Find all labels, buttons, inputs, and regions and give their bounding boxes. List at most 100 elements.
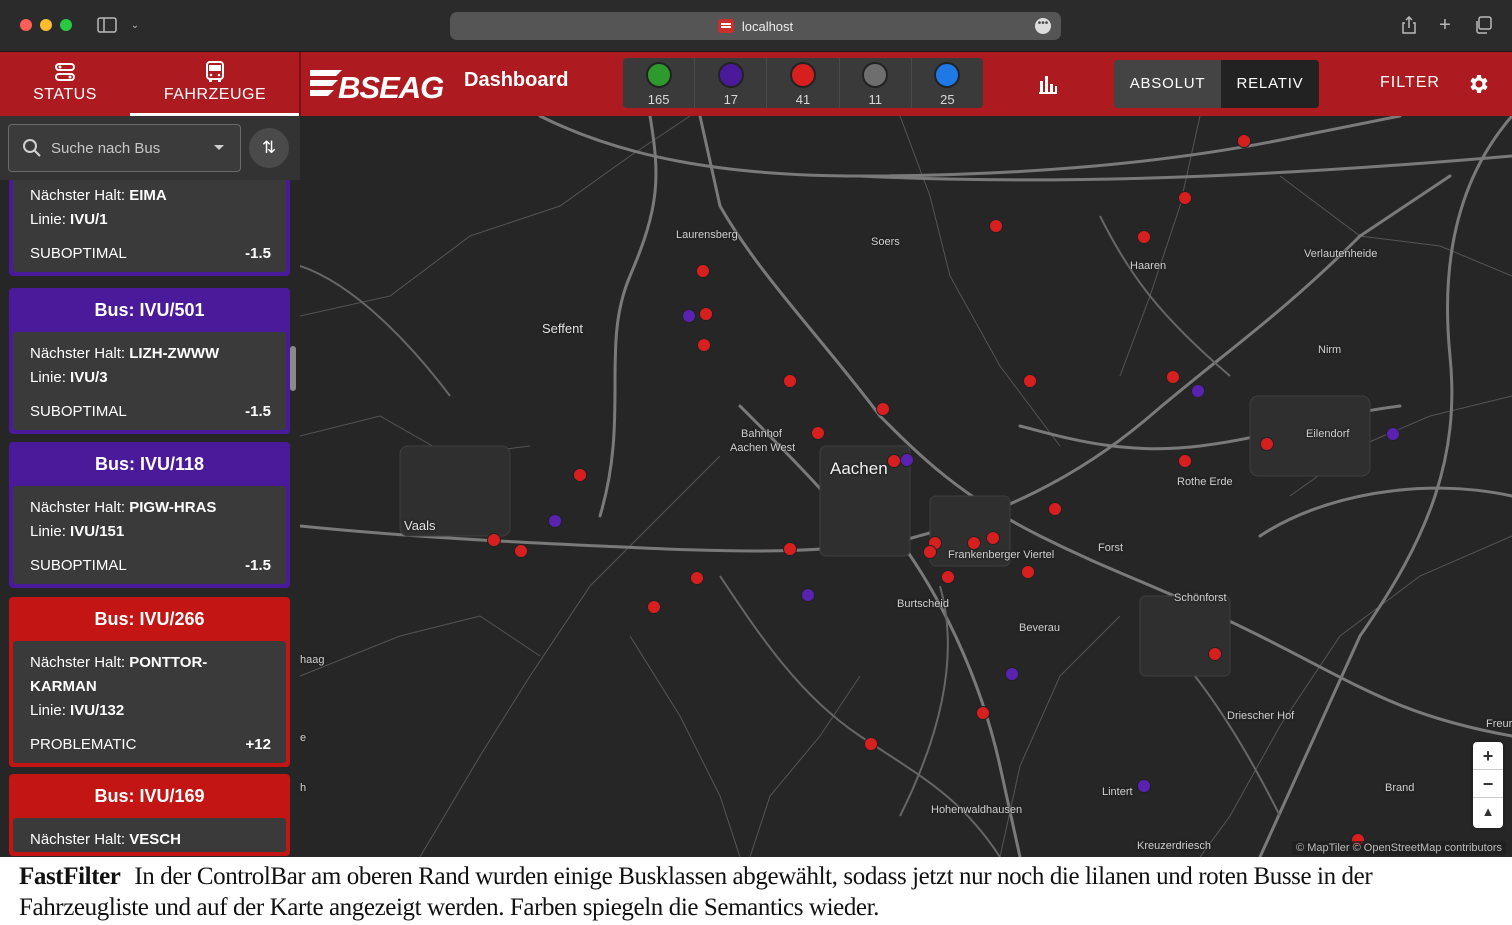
bus-marker-red[interactable] — [1208, 647, 1222, 661]
close-window-button[interactable] — [20, 19, 32, 31]
search-input[interactable] — [51, 125, 201, 171]
bus-marker-red[interactable] — [697, 338, 711, 352]
bus-marker-red[interactable] — [1178, 191, 1192, 205]
bus-marker-purple[interactable] — [682, 309, 696, 323]
red-class-icon — [790, 62, 816, 88]
chevron-down-icon[interactable]: ⌄ — [124, 14, 146, 36]
minimize-window-button[interactable] — [40, 19, 52, 31]
gear-icon[interactable] — [1466, 72, 1490, 96]
bus-marker-purple[interactable] — [900, 453, 914, 467]
score-value: -1.5 — [245, 245, 271, 262]
bus-marker-red[interactable] — [1021, 565, 1035, 579]
vehicle-card[interactable]: Nächster Halt: EIMA Linie: IVU/1 SUBOPTI… — [9, 180, 290, 276]
place-label: Aachen West — [730, 442, 796, 454]
bus-marker-red[interactable] — [690, 571, 704, 585]
place-label: Brand — [1385, 782, 1415, 794]
bus-marker-purple[interactable] — [1386, 427, 1400, 441]
bus-marker-red[interactable] — [1137, 230, 1151, 244]
vehicle-card[interactable]: Bus: IVU/501 Nächster Halt: LIZH-ZWWW Li… — [9, 288, 290, 434]
bus-class-filter-bar: 165 17 41 11 25 — [623, 58, 983, 108]
next-stop-value: VESCH — [129, 831, 181, 848]
bus-marker-red[interactable] — [876, 402, 890, 416]
bus-marker-red[interactable] — [1048, 502, 1062, 516]
bus-marker-red[interactable] — [976, 706, 990, 720]
bus-search[interactable] — [8, 124, 241, 172]
next-stop-line: Nächster Halt: PONTTOR-KARMAN — [30, 654, 208, 695]
bus-marker-red[interactable] — [514, 544, 528, 558]
bus-marker-red[interactable] — [864, 737, 878, 751]
bus-marker-red[interactable] — [1023, 374, 1037, 388]
bus-marker-red[interactable] — [941, 570, 955, 584]
compass-icon[interactable]: ▲ — [1473, 798, 1503, 826]
bus-marker-purple[interactable] — [1191, 384, 1205, 398]
counter-green[interactable]: 165 — [623, 58, 696, 108]
bus-marker-red[interactable] — [811, 426, 825, 440]
address-bar[interactable]: localhost ••• — [450, 12, 1061, 40]
filter-button[interactable]: FILTER — [1380, 74, 1440, 92]
vehicle-card-footer: SUBOPTIMAL -1.5 — [30, 236, 271, 272]
counter-purple[interactable]: 17 — [695, 58, 768, 108]
zoom-out-button[interactable]: − — [1473, 770, 1503, 798]
maximize-window-button[interactable] — [60, 19, 72, 31]
next-stop-value: EIMA — [129, 187, 167, 204]
bus-marker-red[interactable] — [887, 454, 901, 468]
bus-marker-red[interactable] — [1237, 134, 1251, 148]
bus-marker-red[interactable] — [783, 542, 797, 556]
map-attribution[interactable]: © MapTiler © OpenStreetMap contributors — [1292, 841, 1506, 855]
bus-marker-red[interactable] — [967, 536, 981, 550]
list-scrollbar[interactable] — [290, 346, 296, 391]
bus-marker-red[interactable] — [487, 533, 501, 547]
new-tab-icon[interactable]: + — [1434, 14, 1456, 36]
vehicle-card[interactable]: Bus: IVU/118 Nächster Halt: PIGW-HRAS Li… — [9, 442, 290, 588]
bus-marker-purple[interactable] — [1137, 779, 1151, 793]
sidebar-toggle-icon[interactable] — [96, 14, 118, 36]
grey-class-icon — [862, 62, 889, 88]
counter-red[interactable]: 41 — [767, 58, 840, 108]
tab-status[interactable]: STATUS — [0, 52, 130, 116]
sort-button[interactable]: ⇅ — [249, 128, 289, 168]
next-stop-line: Nächster Halt: EIMA — [30, 187, 167, 204]
search-icon — [23, 139, 41, 157]
line-line: Linie: IVU/1 — [30, 211, 108, 228]
bus-marker-red[interactable] — [696, 264, 710, 278]
absolute-button[interactable]: ABSOLUT — [1114, 60, 1221, 108]
bus-marker-purple[interactable] — [548, 514, 562, 528]
tab-vehicles-label: FAHRZEUGE — [163, 86, 267, 103]
vehicle-card-title: Bus: IVU/501 — [94, 300, 205, 320]
tab-vehicles[interactable]: FAHRZEUGE — [130, 52, 300, 116]
header-divider — [299, 52, 301, 116]
share-icon[interactable] — [1398, 14, 1420, 36]
more-icon[interactable]: ••• — [1035, 18, 1051, 34]
search-row: ⇅ — [0, 116, 300, 180]
vehicle-card[interactable]: Bus: IVU/169 Nächster Halt: VESCH — [9, 774, 290, 856]
map-view[interactable]: Laurensberg Soers Haaren Verlautenheide … — [300, 116, 1512, 857]
bus-marker-red[interactable] — [1178, 454, 1192, 468]
counter-grey[interactable]: 11 — [840, 58, 912, 108]
place-label: e — [300, 732, 307, 744]
dropdown-caret-icon[interactable] — [214, 145, 224, 150]
vehicle-card-body: Nächster Halt: PONTTOR-KARMAN Linie: IVU… — [13, 641, 286, 763]
street-map — [300, 116, 1512, 857]
relative-button[interactable]: RELATIV — [1221, 60, 1319, 108]
status-text: SUBOPTIMAL — [30, 557, 127, 574]
bar-chart-icon[interactable] — [1036, 72, 1060, 96]
score-value: +12 — [245, 736, 271, 753]
bus-marker-red[interactable] — [699, 307, 713, 321]
bus-marker-purple[interactable] — [1005, 667, 1019, 681]
vehicle-card[interactable]: Bus: IVU/266 Nächster Halt: PONTTOR-KARM… — [9, 597, 290, 767]
bus-marker-red[interactable] — [1260, 437, 1274, 451]
tabs-overview-icon[interactable] — [1472, 14, 1494, 36]
bus-marker-red[interactable] — [573, 468, 587, 482]
zoom-in-button[interactable]: + — [1473, 742, 1503, 770]
bus-marker-red[interactable] — [989, 219, 1003, 233]
bus-marker-red[interactable] — [986, 531, 1000, 545]
place-label: Vaals — [404, 518, 436, 533]
bus-marker-red[interactable] — [783, 374, 797, 388]
bus-marker-red[interactable] — [647, 600, 661, 614]
counter-blue[interactable]: 25 — [912, 58, 983, 108]
caption-title: FastFilter — [19, 863, 121, 890]
bus-marker-red[interactable] — [923, 545, 937, 559]
bus-marker-red[interactable] — [1166, 370, 1180, 384]
place-label: Freur — [1486, 718, 1512, 730]
bus-marker-purple[interactable] — [801, 588, 815, 602]
